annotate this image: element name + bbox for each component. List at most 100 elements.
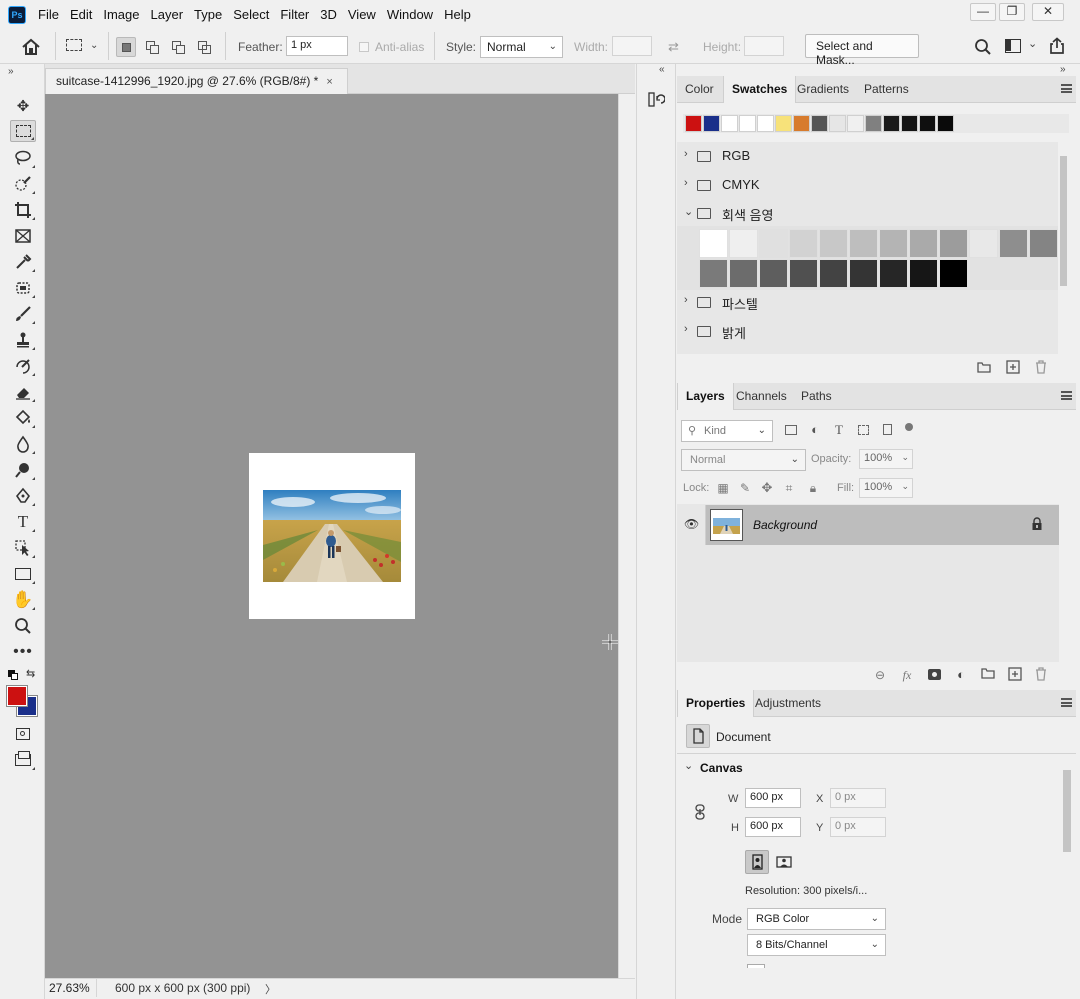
rectangle-tool-icon[interactable] [10, 563, 36, 585]
add-mask-icon[interactable] [926, 667, 942, 683]
menu-type[interactable]: Type [194, 7, 228, 22]
gray-swatch[interactable] [819, 259, 848, 288]
filter-toggle-icon[interactable] [905, 423, 913, 431]
expand-panels-icon[interactable]: » [1060, 64, 1066, 75]
height-input[interactable] [744, 36, 784, 56]
recent-swatch[interactable] [865, 115, 882, 132]
opacity-input[interactable]: 100% ⌄ [859, 449, 913, 469]
document-tab[interactable]: suitcase-1412996_1920.jpg @ 27.6% (RGB/8… [45, 68, 348, 94]
recent-swatch[interactable] [703, 115, 720, 132]
swatch-folder-rgb[interactable]: › RGB [677, 142, 1057, 170]
tab-color[interactable]: Color [677, 76, 722, 103]
lock-position-icon[interactable]: ✥ [759, 480, 775, 496]
type-tool-icon[interactable]: T [10, 511, 36, 533]
properties-scrollbar[interactable] [1061, 756, 1073, 966]
lock-image-pixels-icon[interactable]: ✎ [737, 480, 753, 496]
gray-swatch[interactable] [969, 229, 998, 258]
home-icon[interactable] [20, 37, 42, 57]
scrollbar-thumb[interactable] [1060, 156, 1067, 286]
trash-icon[interactable] [1033, 667, 1049, 683]
edit-toolbar-icon[interactable]: ••• [10, 641, 36, 663]
color-swatch-partial[interactable] [747, 964, 765, 968]
recent-swatch[interactable] [901, 115, 918, 132]
gray-swatch[interactable] [759, 259, 788, 288]
collapse-dock-icon[interactable]: « [659, 64, 665, 75]
gray-swatch[interactable] [879, 229, 908, 258]
width-input[interactable] [612, 36, 652, 56]
swatch-folder-bright[interactable]: › 밝게 [677, 317, 1057, 345]
layers-scrollbar[interactable] [1059, 504, 1076, 662]
menu-window[interactable]: Window [387, 7, 439, 22]
canvas-x-input[interactable]: 0 px [830, 788, 886, 808]
tab-adjustments[interactable]: Adjustments [747, 690, 829, 717]
smart-object-filter-icon[interactable] [879, 422, 895, 438]
panel-menu-icon[interactable] [1061, 84, 1072, 93]
menu-edit[interactable]: Edit [70, 7, 98, 22]
menu-view[interactable]: View [348, 7, 382, 22]
gray-swatch[interactable] [789, 229, 818, 258]
gray-swatch[interactable] [939, 259, 968, 288]
dodge-tool-icon[interactable] [10, 459, 36, 481]
new-group-icon[interactable] [980, 667, 996, 683]
hand-tool-icon[interactable]: ✋ [10, 589, 36, 611]
rectangular-marquee-tool-icon[interactable] [10, 120, 36, 142]
canvas-section-title[interactable]: Canvas [700, 761, 743, 775]
paint-bucket-tool-icon[interactable] [10, 407, 36, 429]
tab-paths[interactable]: Paths [793, 383, 840, 410]
recent-swatch[interactable] [829, 115, 846, 132]
quick-mask-icon[interactable] [10, 723, 36, 745]
link-icon[interactable] [694, 804, 706, 820]
recent-swatch[interactable] [721, 115, 738, 132]
adjustment-layer-filter-icon[interactable]: ◐ [807, 422, 823, 438]
restore-button[interactable]: ❐ [999, 3, 1025, 21]
tab-channels[interactable]: Channels [728, 383, 795, 410]
intersect-selection-icon[interactable] [194, 37, 214, 57]
blur-tool-icon[interactable] [10, 433, 36, 455]
panel-menu-icon[interactable] [1061, 391, 1072, 400]
swap-colors-icon[interactable]: ⇆ [26, 667, 35, 680]
vertical-scrollbar[interactable] [618, 94, 635, 978]
tab-swatches[interactable]: Swatches [723, 76, 797, 103]
swatch-folder-cmyk[interactable]: › CMYK [677, 171, 1057, 199]
tool-preset-picker[interactable]: ⌄ [64, 38, 100, 56]
tab-gradients[interactable]: Gradients [789, 76, 857, 103]
gray-swatch[interactable] [699, 229, 728, 258]
status-menu-arrow[interactable]: 〉 [265, 981, 276, 997]
menu-layer[interactable]: Layer [151, 7, 190, 22]
style-select[interactable]: Normal ⌄ [480, 36, 563, 58]
share-icon[interactable] [1048, 37, 1066, 55]
gray-swatch[interactable] [789, 259, 818, 288]
menu-help[interactable]: Help [444, 7, 477, 22]
eyedropper-tool-icon[interactable] [10, 251, 36, 273]
workspace-icon[interactable] [1005, 39, 1021, 53]
menu-3d[interactable]: 3D [320, 7, 343, 22]
recent-swatch[interactable] [937, 115, 954, 132]
blend-mode-select[interactable]: Normal ⌄ [681, 449, 806, 471]
add-to-selection-icon[interactable] [142, 37, 162, 57]
fx-icon[interactable]: fx [899, 667, 915, 683]
gray-swatch[interactable] [819, 229, 848, 258]
gray-swatch[interactable] [759, 229, 788, 258]
gray-swatch[interactable] [729, 259, 758, 288]
frame-tool-icon[interactable] [10, 225, 36, 247]
recent-swatch[interactable] [793, 115, 810, 132]
recent-swatch[interactable] [919, 115, 936, 132]
trash-icon[interactable] [1033, 360, 1049, 376]
adjustment-layer-icon[interactable]: ◐ [953, 667, 969, 683]
move-tool-icon[interactable]: ✥ [10, 95, 36, 117]
menu-select[interactable]: Select [233, 7, 275, 22]
fill-input[interactable]: 100% ⌄ [859, 478, 913, 498]
screen-mode-icon[interactable] [10, 749, 36, 771]
swatch-folder-pastel[interactable]: › 파스텔 [677, 288, 1057, 316]
recent-swatch[interactable] [847, 115, 864, 132]
eye-icon[interactable]: 👁︎ [684, 517, 699, 531]
new-group-folder-icon[interactable] [976, 361, 992, 377]
scrollbar-thumb[interactable] [1063, 770, 1071, 852]
crop-tool-icon[interactable] [10, 199, 36, 221]
path-selection-tool-icon[interactable] [10, 537, 36, 559]
gray-swatch[interactable] [999, 229, 1028, 258]
layer-row[interactable]: 👁︎ Background [677, 505, 1059, 545]
canvas-width-input[interactable]: 600 px [745, 788, 801, 808]
collapse-toolbar-icon[interactable]: » [8, 66, 14, 77]
search-icon[interactable] [974, 38, 992, 56]
